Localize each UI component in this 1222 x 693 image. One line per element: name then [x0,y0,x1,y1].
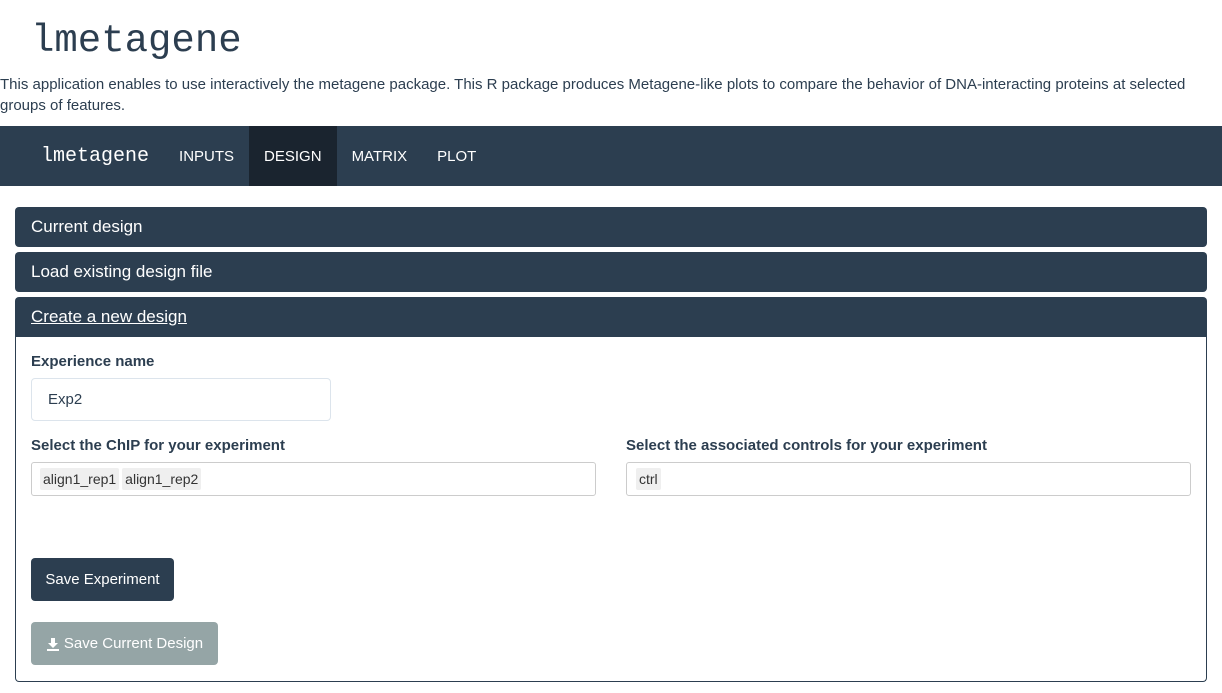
save-experiment-button[interactable]: Save Experiment [31,558,174,601]
panel-current-design[interactable]: Current design [15,207,1207,247]
app-description: This application enables to use interact… [0,76,1186,114]
panel-create-design[interactable]: Create a new design [15,297,1207,337]
chip-multiselect[interactable]: align1_rep1 align1_rep2 [31,462,596,496]
panel-load-design[interactable]: Load existing design file [15,252,1207,292]
controls-select-label: Select the associated controls for your … [626,437,987,454]
download-icon [46,637,60,651]
navbar: lmetagene INPUTS DESIGN MATRIX PLOT [0,126,1222,186]
tab-matrix[interactable]: MATRIX [337,126,423,186]
experience-name-label: Experience name [31,353,155,370]
chip-item[interactable]: align1_rep1 [40,468,120,490]
controls-multiselect[interactable]: ctrl [626,462,1191,496]
save-design-label: Save Current Design [63,635,204,652]
experience-name-input[interactable] [31,378,331,421]
tab-plot[interactable]: PLOT [422,126,491,186]
tab-inputs[interactable]: INPUTS [164,126,249,186]
save-design-button[interactable]: Save Current Design [31,622,218,665]
navbar-brand[interactable]: lmetagene [0,126,164,186]
chip-select-label: Select the ChIP for your experiment [31,437,285,454]
panel-create-design-title: Create a new design [31,307,187,326]
tab-design[interactable]: DESIGN [249,126,337,186]
panel-current-design-title: Current design [31,217,143,236]
control-item[interactable]: ctrl [636,468,661,490]
chip-item[interactable]: align1_rep2 [122,468,202,490]
panel-load-design-title: Load existing design file [31,262,213,281]
app-title: lmetagene [31,19,242,63]
